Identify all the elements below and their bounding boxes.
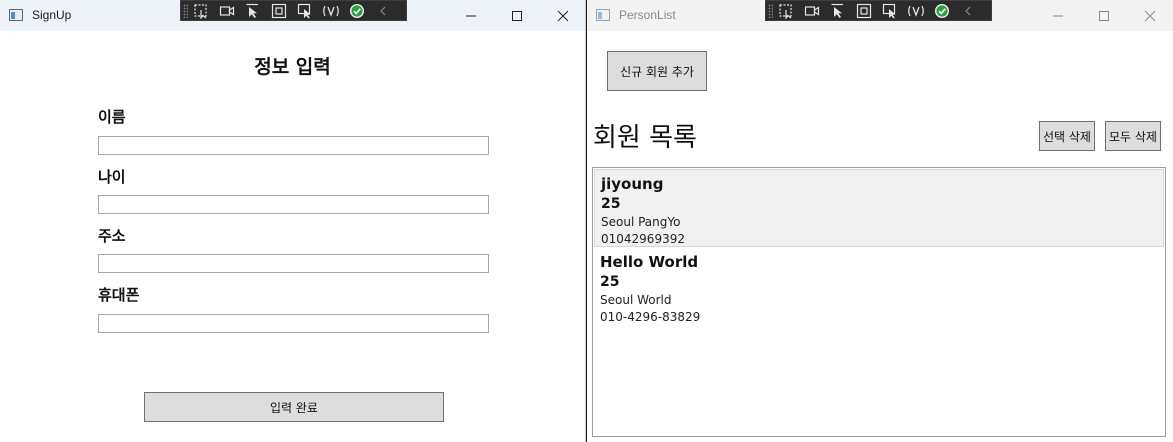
maximize-button[interactable] [494,0,540,31]
add-member-button[interactable]: 신규 회원 추가 [607,51,707,91]
member-name: Hello World [600,253,699,271]
cursor-icon[interactable] [828,1,848,20]
close-icon [1144,10,1156,21]
toolbar-grip-icon[interactable] [183,4,188,18]
track-focus-icon[interactable] [295,1,315,20]
member-age: 25 [601,196,621,212]
personlist-window: PersonList 신규 회원 추가 회원 목록 선택 삭제 모두 삭제 ji… [587,0,1173,442]
hot-reload-ok-icon[interactable] [347,1,367,20]
xaml-debug-toolbar [180,0,407,21]
member-list[interactable]: jiyoung 25 Seoul PangYo 01042969392 Hell… [592,167,1166,437]
address-input[interactable] [98,254,489,273]
submit-button[interactable]: 입력 완료 [144,392,444,422]
member-phone: 01042969392 [601,232,685,246]
close-button[interactable] [1127,0,1173,31]
hot-reload-ok-icon[interactable] [932,1,952,20]
personlist-panel: 신규 회원 추가 회원 목록 선택 삭제 모두 삭제 jiyoung 25 Se… [587,31,1173,442]
select-element-icon[interactable] [191,1,211,20]
list-item[interactable]: jiyoung 25 Seoul PangYo 01042969392 [594,169,1164,247]
binding-failures-icon[interactable] [906,1,926,20]
minimize-icon [466,15,476,16]
phone-input[interactable] [98,314,489,333]
collapse-chevron-icon[interactable] [958,1,978,20]
member-age: 25 [600,274,620,290]
app-window-icon [9,9,23,21]
select-element-icon[interactable] [776,1,796,20]
signup-form: 정보 입력 이름 나이 주소 휴대폰 입력 완료 [0,31,585,442]
signup-window: SignUp 정보 입력 이름 나이 주소 휴대폰 입력 완료 [0,0,586,442]
delete-selected-button[interactable]: 선택 삭제 [1039,121,1095,151]
xaml-debug-toolbar [765,0,992,21]
address-label: 주소 [98,227,126,245]
member-phone: 010-4296-83829 [600,310,701,324]
member-name: jiyoung [601,175,664,193]
personlist-window-title: PersonList [619,8,676,22]
name-input[interactable] [98,136,489,155]
list-item[interactable]: Hello World 25 Seoul World 010-4296-8382… [594,248,1164,326]
collapse-chevron-icon[interactable] [373,1,393,20]
close-icon [557,10,569,21]
track-focus-icon[interactable] [880,1,900,20]
minimize-icon [1053,15,1063,16]
age-input[interactable] [98,195,489,214]
record-icon[interactable] [217,1,237,20]
cursor-icon[interactable] [243,1,263,20]
layout-adorner-icon[interactable] [854,1,874,20]
name-label: 이름 [98,108,126,126]
minimize-button[interactable] [448,0,494,31]
member-address: Seoul World [600,293,672,307]
delete-all-button[interactable]: 모두 삭제 [1105,121,1161,151]
toolbar-grip-icon[interactable] [768,4,773,18]
member-address: Seoul PangYo [601,215,681,229]
app-window-icon [596,9,610,21]
close-button[interactable] [540,0,585,31]
record-icon[interactable] [802,1,822,20]
minimize-button[interactable] [1035,0,1081,31]
maximize-button[interactable] [1081,0,1127,31]
list-title: 회원 목록 [593,123,697,153]
phone-label: 휴대폰 [98,286,140,304]
layout-adorner-icon[interactable] [269,1,289,20]
maximize-icon [1099,10,1109,21]
binding-failures-icon[interactable] [321,1,341,20]
form-heading: 정보 입력 [254,56,331,78]
maximize-icon [512,10,522,21]
signup-window-title: SignUp [32,8,72,22]
age-label: 나이 [98,168,126,186]
